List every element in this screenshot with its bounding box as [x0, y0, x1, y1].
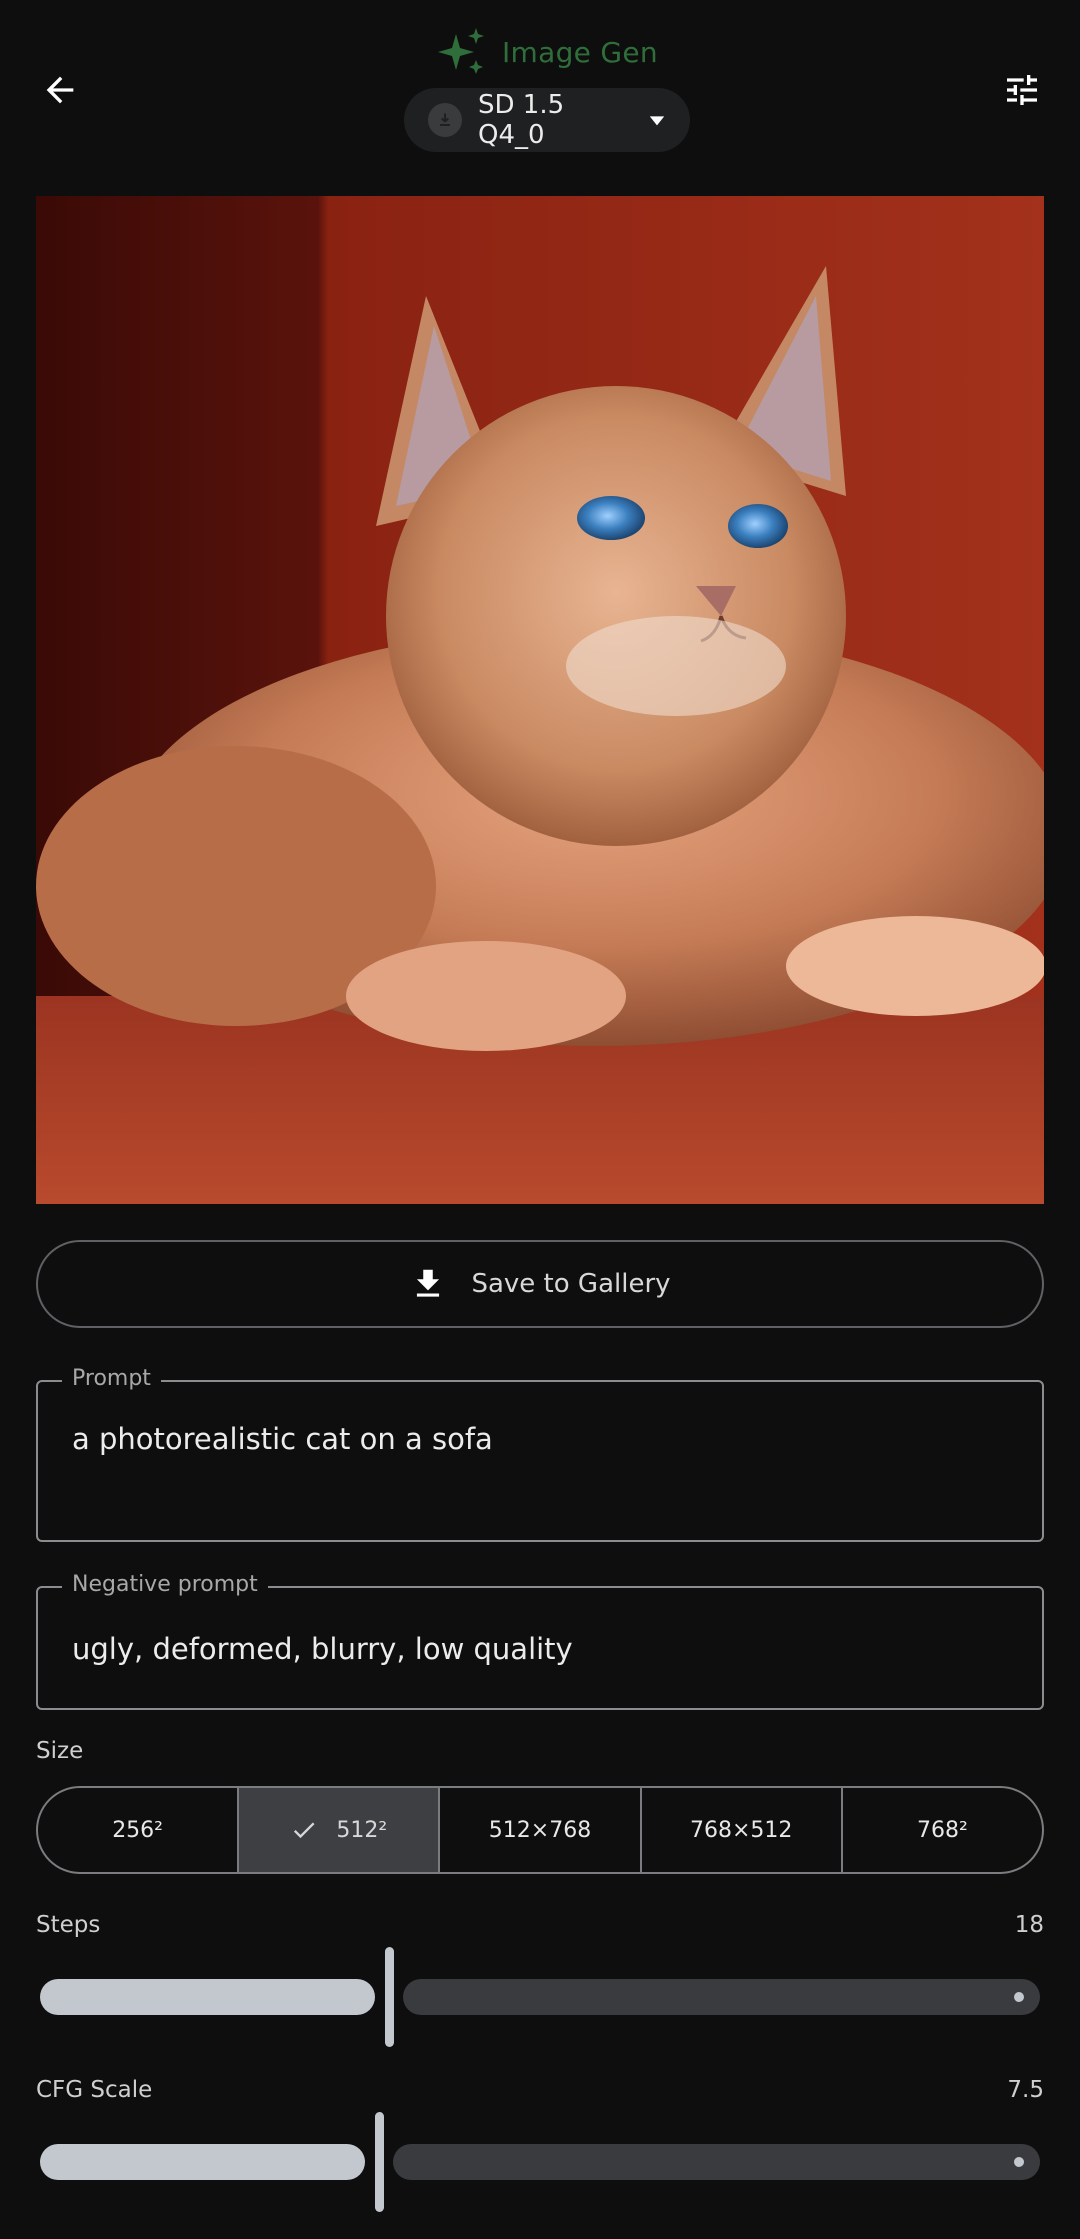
- slider-active-track: [40, 1979, 375, 2015]
- generated-image: [36, 196, 1044, 1204]
- slider-stop-indicator: [1014, 1992, 1024, 2002]
- tune-sliders-icon: [1007, 75, 1037, 105]
- settings-button[interactable]: [990, 58, 1054, 122]
- size-option-label: 512²: [336, 1817, 388, 1843]
- cfg-label: CFG Scale: [36, 2077, 153, 2103]
- save-label: Save to Gallery: [471, 1269, 671, 1299]
- size-option-768[interactable]: 768²: [840, 1788, 1042, 1872]
- steps-label: Steps: [36, 1912, 101, 1938]
- prompt-label: Prompt: [62, 1366, 161, 1391]
- size-option-256[interactable]: 256²: [38, 1788, 237, 1872]
- model-label: SD 1.5 Q4_0: [478, 90, 565, 150]
- caret-down-icon: [649, 116, 665, 126]
- slider-inactive-track: [403, 1979, 1040, 2015]
- size-option-512x768[interactable]: 512×768: [438, 1788, 639, 1872]
- size-option-512[interactable]: 512²: [237, 1788, 439, 1872]
- model-selector[interactable]: SD 1.5 Q4_0: [404, 88, 690, 152]
- arrow-left-icon: [46, 76, 74, 104]
- back-button[interactable]: [28, 58, 92, 122]
- cfg-slider[interactable]: [36, 2112, 1044, 2212]
- size-selector: 256² 512² 512×768 768×512 768²: [36, 1786, 1044, 1874]
- size-option-label: 768²: [917, 1817, 968, 1843]
- negative-prompt-field[interactable]: Negative prompt ugly, deformed, blurry, …: [36, 1572, 1044, 1710]
- prompt-value: a photorealistic cat on a sofa: [72, 1422, 493, 1456]
- size-option-label: 512×768: [488, 1817, 592, 1843]
- slider-inactive-track: [393, 2144, 1040, 2180]
- cfg-value: 7.5: [1007, 2077, 1044, 2103]
- negative-prompt-label: Negative prompt: [62, 1572, 268, 1597]
- slider-active-track: [40, 2144, 365, 2180]
- app-title-text: Image Gen: [502, 35, 658, 69]
- size-option-label: 256²: [112, 1817, 163, 1843]
- size-option-768x512[interactable]: 768×512: [639, 1788, 841, 1872]
- download-circle-icon: [428, 103, 462, 137]
- slider-thumb[interactable]: [375, 2112, 384, 2212]
- steps-value: 18: [1014, 1912, 1044, 1938]
- size-option-label: 768×512: [690, 1817, 793, 1843]
- size-label: Size: [36, 1738, 84, 1764]
- sparkles-icon: [438, 28, 484, 74]
- negative-prompt-value: ugly, deformed, blurry, low quality: [72, 1632, 573, 1666]
- save-to-gallery-button[interactable]: Save to Gallery: [36, 1240, 1044, 1328]
- download-icon: [417, 1269, 440, 1297]
- check-icon: [294, 1822, 315, 1839]
- slider-thumb[interactable]: [385, 1947, 394, 2047]
- prompt-field[interactable]: Prompt a photorealistic cat on a sofa: [36, 1366, 1044, 1542]
- steps-slider[interactable]: [36, 1947, 1044, 2047]
- slider-stop-indicator: [1014, 2157, 1024, 2167]
- app-title: Image Gen: [436, 26, 658, 78]
